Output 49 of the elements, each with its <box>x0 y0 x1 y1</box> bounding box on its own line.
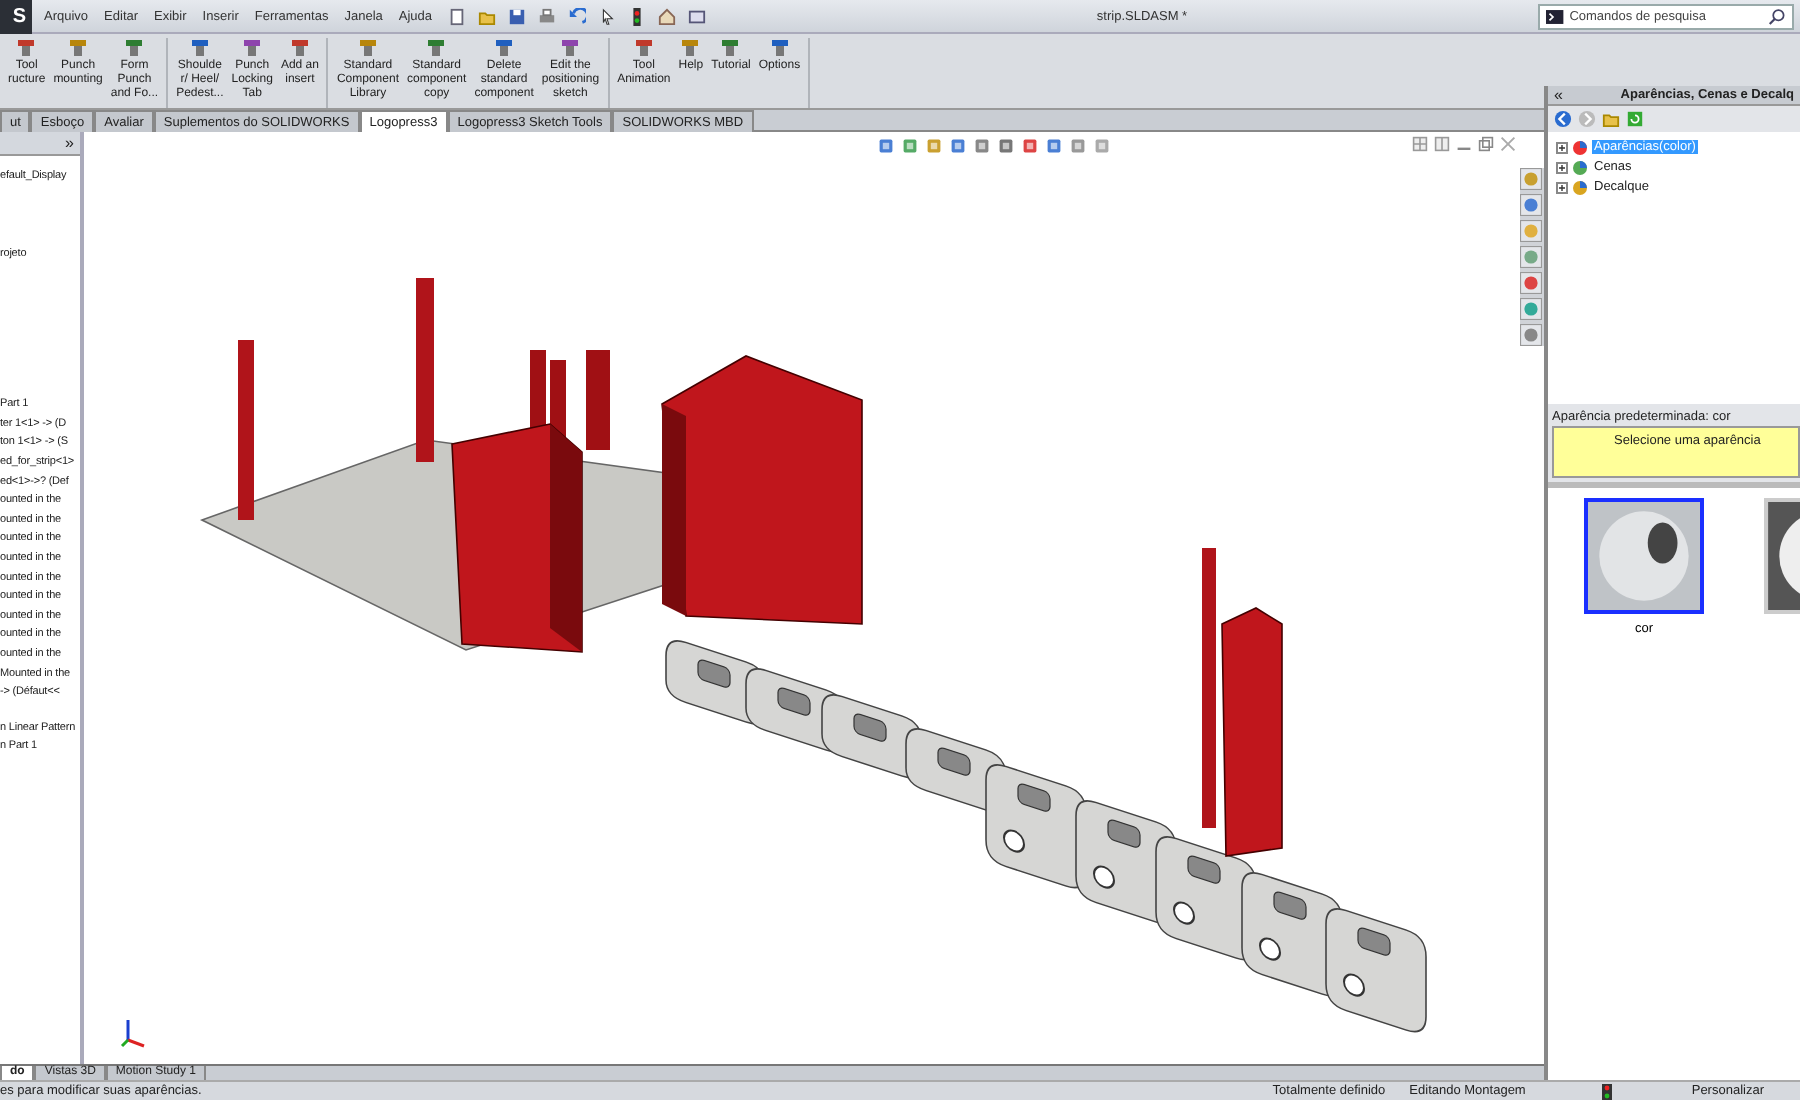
save-icon[interactable] <box>508 7 526 25</box>
task-pane-tab-icon[interactable] <box>1520 220 1542 242</box>
axis-triad-icon <box>120 1016 148 1048</box>
pointer-icon[interactable] <box>598 7 616 25</box>
document-icon[interactable] <box>448 7 466 25</box>
tool-icon <box>189 38 210 58</box>
tool-icon <box>769 38 790 58</box>
appearance-thumbnail[interactable] <box>1584 498 1704 614</box>
task-pane-tab-icon[interactable] <box>1520 168 1542 190</box>
back-icon[interactable] <box>1554 110 1572 128</box>
task-pane-tab-icon[interactable] <box>1520 324 1542 346</box>
tool-icon <box>16 38 37 58</box>
expand-icon[interactable] <box>1556 181 1568 193</box>
collapse-button[interactable]: « <box>1554 86 1563 104</box>
tool-icon <box>633 38 654 58</box>
expand-icon[interactable] <box>1556 141 1568 153</box>
tool-icon <box>426 38 447 58</box>
tile-view-icon[interactable] <box>1434 136 1450 152</box>
refresh-icon[interactable] <box>1626 110 1644 128</box>
tool-icon <box>560 38 581 58</box>
sheet-metal-piece <box>1325 908 1427 1033</box>
close-icon[interactable] <box>1500 136 1516 152</box>
undo-icon[interactable] <box>568 7 586 25</box>
screen-icon[interactable] <box>688 7 706 25</box>
forward-icon[interactable] <box>1578 110 1596 128</box>
tool-icon <box>720 38 741 58</box>
split-view-icon[interactable] <box>1412 136 1428 152</box>
tool-icon <box>124 38 145 58</box>
terminal-icon <box>1546 7 1564 25</box>
traffic-light-icon <box>1601 1083 1612 1099</box>
tool-icon <box>357 38 378 58</box>
punch-block <box>586 350 610 450</box>
tool-icon <box>68 38 89 58</box>
expand-icon[interactable] <box>1556 161 1568 173</box>
house-icon[interactable] <box>658 7 676 25</box>
app-logo: S <box>0 0 32 33</box>
printer-icon[interactable] <box>538 7 556 25</box>
traffic-light-icon[interactable] <box>628 7 646 25</box>
restore-icon[interactable] <box>1478 136 1494 152</box>
tool-icon <box>289 38 310 58</box>
search-icon[interactable] <box>1768 7 1786 25</box>
tool-icon <box>494 38 515 58</box>
task-pane-tab-icon[interactable] <box>1520 298 1542 320</box>
tool-icon <box>242 38 263 58</box>
task-pane-tab-icon[interactable] <box>1520 194 1542 216</box>
task-pane-tab-icon[interactable] <box>1520 246 1542 268</box>
expand-button[interactable]: » <box>65 134 74 152</box>
task-pane-tab-icon[interactable] <box>1520 272 1542 294</box>
tool-icon <box>680 38 701 58</box>
